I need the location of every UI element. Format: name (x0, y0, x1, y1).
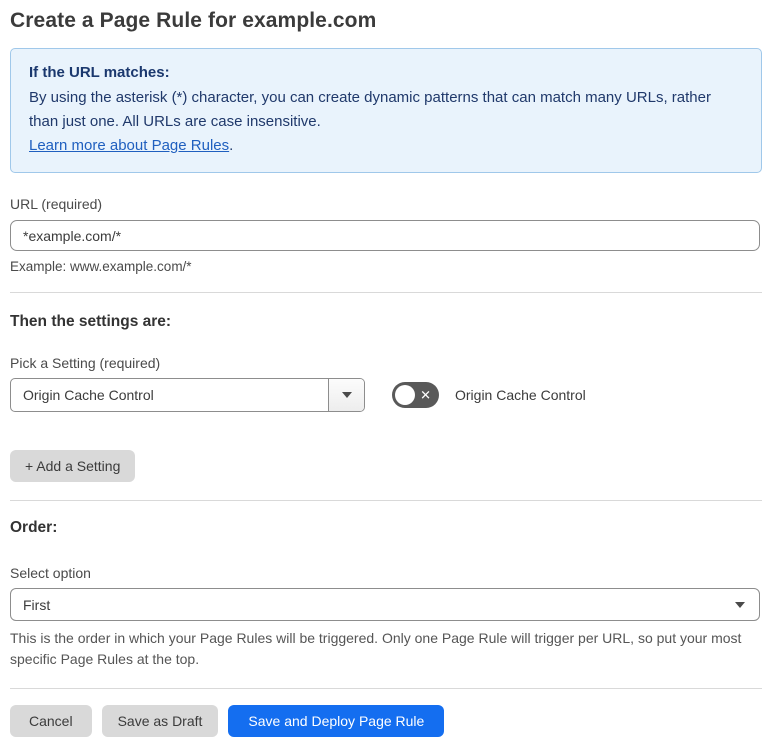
setting-toggle-label: Origin Cache Control (455, 387, 586, 403)
setting-toggle[interactable]: ✕ (392, 382, 439, 408)
info-box-body-text: By using the asterisk (*) character, you… (29, 89, 711, 130)
divider (10, 500, 762, 501)
url-example-text: Example: www.example.com/* (10, 259, 192, 274)
divider (10, 292, 762, 293)
setting-select-arrow-button[interactable] (328, 379, 364, 411)
url-input[interactable] (10, 220, 760, 251)
divider (10, 688, 762, 689)
order-select-value: First (23, 596, 51, 613)
link-suffix: . (229, 137, 234, 154)
url-match-info-box: If the URL matches: By using the asteris… (10, 48, 762, 173)
url-field-label: URL (required) (10, 196, 103, 212)
toggle-off-x-icon: ✕ (420, 387, 431, 403)
order-section-heading: Order: (10, 519, 58, 536)
chevron-down-icon (735, 601, 745, 608)
pick-setting-label: Pick a Setting (required) (10, 355, 161, 371)
toggle-knob (395, 385, 415, 405)
order-select[interactable]: First (10, 588, 760, 621)
info-box-body: By using the asterisk (*) character, you… (29, 86, 743, 158)
setting-row: Origin Cache Control ✕ Origin Cache Cont… (10, 378, 762, 412)
order-select-label: Select option (10, 565, 91, 581)
learn-more-link[interactable]: Learn more about Page Rules (29, 137, 229, 154)
page-title: Create a Page Rule for example.com (10, 9, 377, 32)
setting-select[interactable]: Origin Cache Control (10, 378, 365, 412)
chevron-down-icon (341, 392, 352, 398)
order-help-text: This is the order in which your Page Rul… (10, 630, 742, 667)
setting-select-value: Origin Cache Control (23, 387, 154, 403)
info-box-heading: If the URL matches: (29, 64, 170, 81)
settings-section-heading: Then the settings are: (10, 313, 172, 330)
add-setting-button[interactable]: + Add a Setting (10, 450, 136, 482)
